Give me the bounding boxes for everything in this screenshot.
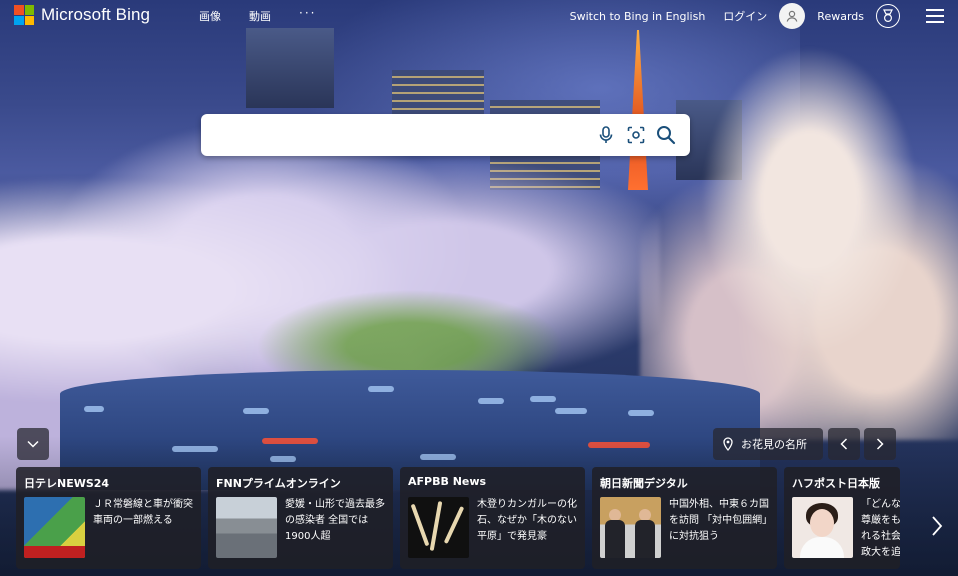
news-source: AFPBB News bbox=[408, 475, 487, 488]
news-title: 木登りカンガルーの化石、なぜか「木のない平原」で発見豪 bbox=[477, 499, 577, 542]
user-avatar-icon[interactable] bbox=[779, 3, 806, 29]
news-source: FNNプライムオンライン bbox=[216, 477, 341, 490]
news-source: ハフポスト日本版 bbox=[792, 477, 880, 490]
news-source: 朝日新聞デジタル bbox=[600, 477, 688, 490]
next-image-button[interactable] bbox=[864, 428, 896, 460]
news-title: 愛媛・山形で過去最多の感染者 全国では1900人超 bbox=[285, 499, 385, 542]
chevron-left-icon bbox=[840, 438, 848, 450]
news-thumbnail bbox=[792, 497, 853, 558]
news-card[interactable]: 朝日新聞デジタル 中国外相、中東６カ国を訪問 「対中包囲網」に対抗狙う bbox=[592, 467, 777, 569]
login-link[interactable]: ログイン bbox=[723, 8, 767, 24]
switch-language-link[interactable]: Switch to Bing in English bbox=[570, 10, 706, 23]
logo-text: Microsoft Bing bbox=[41, 5, 151, 24]
rewards-badge-icon[interactable] bbox=[876, 4, 900, 28]
microphone-icon[interactable] bbox=[596, 125, 616, 145]
news-thumbnail bbox=[600, 497, 661, 558]
news-title: ＪＲ常磐線と車が衝突 車両の一部燃える bbox=[93, 499, 193, 526]
search-input[interactable] bbox=[213, 124, 583, 146]
chevron-right-icon bbox=[876, 438, 884, 450]
rewards-link[interactable]: Rewards bbox=[817, 10, 864, 23]
news-source: 日テレNEWS24 bbox=[24, 477, 110, 490]
microsoft-logo-icon bbox=[14, 5, 34, 25]
hamburger-menu-icon[interactable] bbox=[926, 9, 944, 23]
next-news-button[interactable] bbox=[927, 512, 947, 540]
nav-videos[interactable]: 動画 bbox=[249, 8, 271, 24]
news-carousel: 日テレNEWS24 ＪＲ常磐線と車が衝突 車両の一部燃える FNNプライムオンラ… bbox=[16, 467, 958, 569]
chevron-right-icon bbox=[932, 516, 943, 536]
bing-logo[interactable]: Microsoft Bing bbox=[14, 5, 150, 25]
image-info-label: お花見の名所 bbox=[741, 438, 807, 451]
location-pin-icon bbox=[723, 437, 733, 451]
header: Microsoft Bing 画像 動画 ··· Switch to Bing … bbox=[0, 0, 958, 30]
collapse-feed-button[interactable] bbox=[17, 428, 49, 460]
news-card[interactable]: ハフポスト日本版 「どんな尊厳をもれる社会政大を追 bbox=[784, 467, 900, 569]
camera-search-icon[interactable] bbox=[626, 125, 646, 145]
previous-image-button[interactable] bbox=[828, 428, 860, 460]
news-thumbnail bbox=[216, 497, 277, 558]
header-right: Switch to Bing in English ログイン Rewards bbox=[570, 3, 944, 29]
image-info-button[interactable]: お花見の名所 bbox=[713, 428, 823, 460]
news-card[interactable]: 日テレNEWS24 ＪＲ常磐線と車が衝突 車両の一部燃える bbox=[16, 467, 201, 569]
top-nav: 画像 動画 ··· bbox=[199, 6, 316, 24]
news-title: 「どんな尊厳をもれる社会政大を追 bbox=[861, 499, 900, 558]
search-box bbox=[201, 114, 690, 156]
search-icon[interactable] bbox=[656, 125, 676, 145]
chevron-down-icon bbox=[27, 440, 39, 448]
news-card[interactable]: AFPBB News 木登りカンガルーの化石、なぜか「木のない平原」で発見豪 bbox=[400, 467, 585, 569]
news-thumbnail bbox=[408, 497, 469, 558]
news-thumbnail bbox=[24, 497, 85, 558]
nav-images[interactable]: 画像 bbox=[199, 8, 221, 24]
news-card[interactable]: FNNプライムオンライン 愛媛・山形で過去最多の感染者 全国では1900人超 bbox=[208, 467, 393, 569]
nav-more[interactable]: ··· bbox=[299, 6, 316, 24]
news-title: 中国外相、中東６カ国を訪問 「対中包囲網」に対抗狙う bbox=[669, 499, 773, 542]
